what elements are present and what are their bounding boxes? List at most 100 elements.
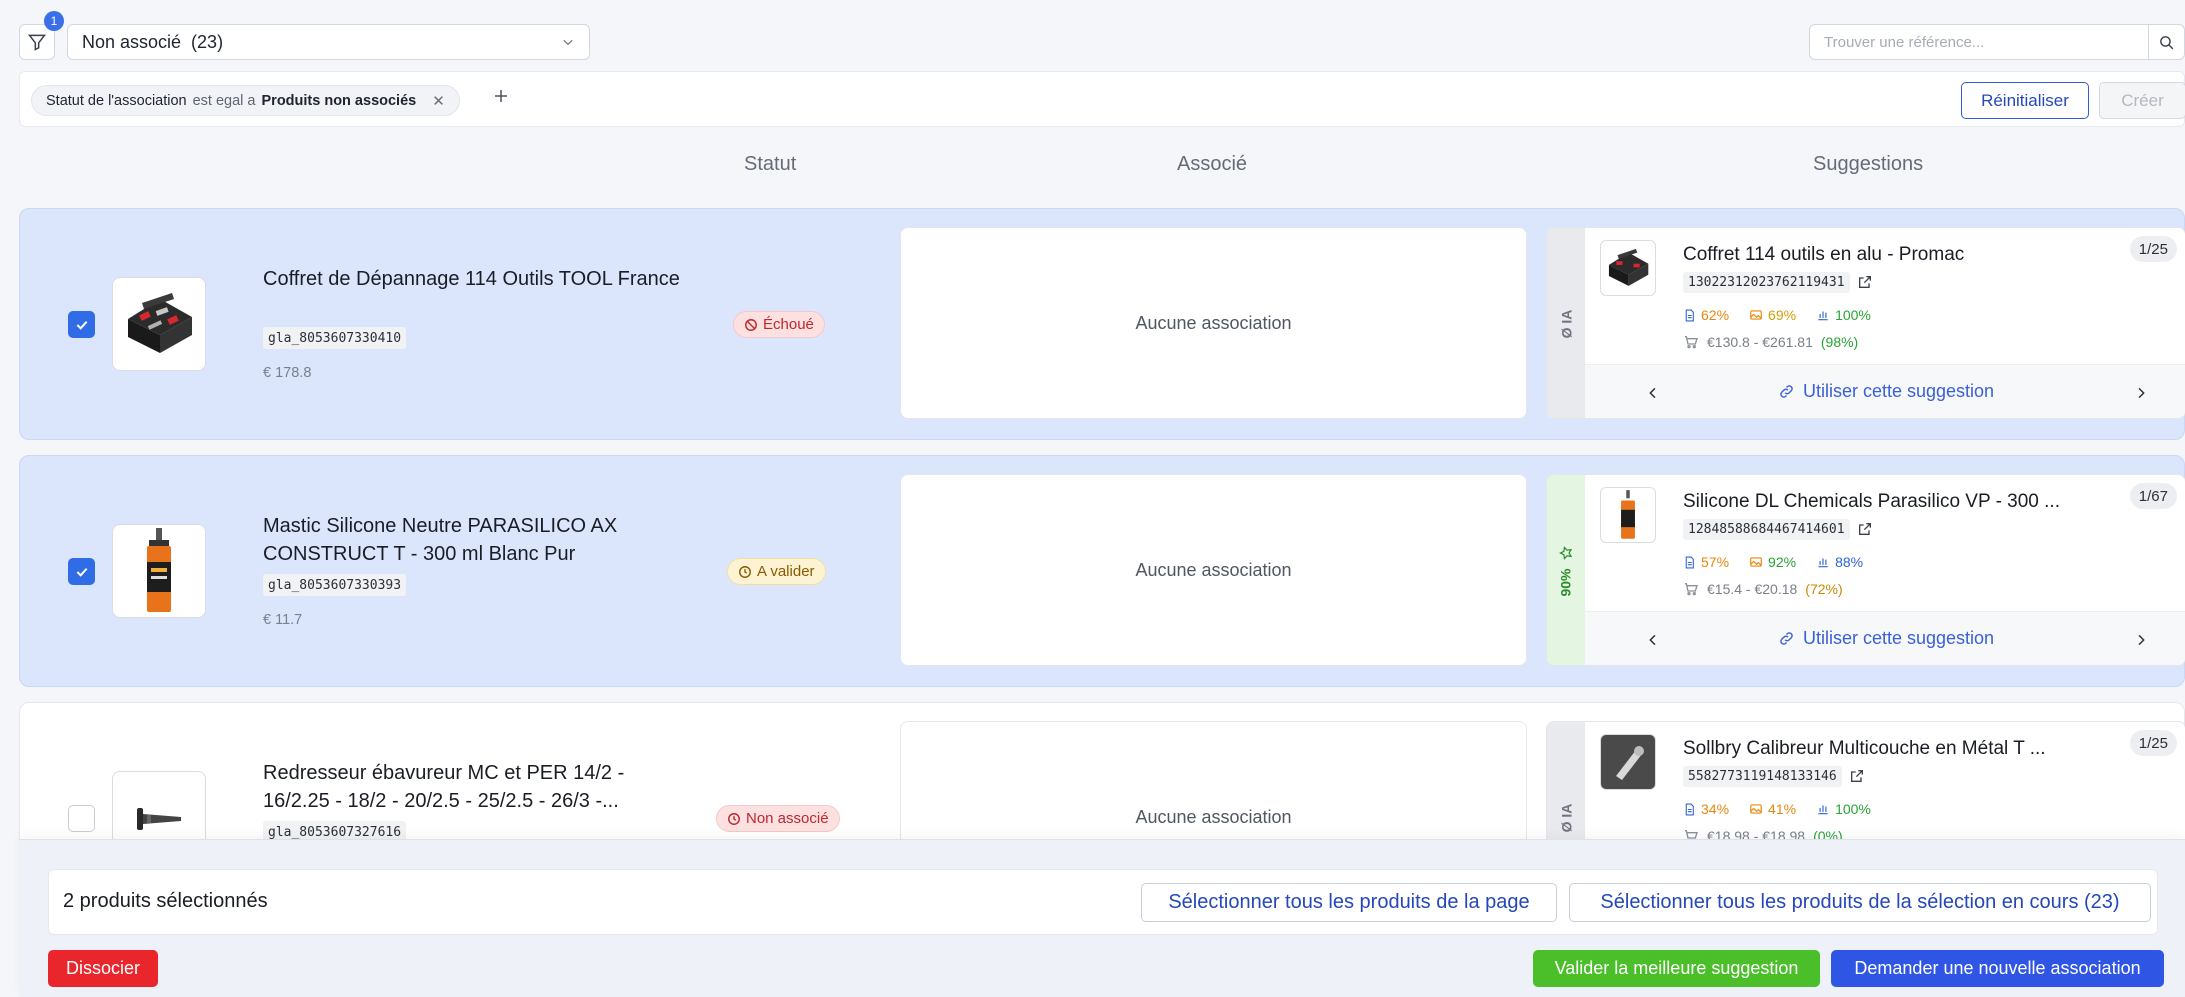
use-suggestion-button[interactable]: Utiliser cette suggestion	[1585, 381, 2185, 402]
bar-chart-icon	[1818, 311, 1828, 321]
selected-count: 2 produits sélectionnés	[63, 890, 268, 912]
next-suggestion-button[interactable]	[2129, 628, 2153, 652]
selection-bar: 2 produits sélectionnés Sélectionner tou…	[48, 869, 2158, 935]
suggestion-code: 12848588684467414601	[1683, 519, 1850, 540]
create-button[interactable]: Créer	[2099, 82, 2185, 119]
silicone-tube-image	[1621, 490, 1635, 539]
product-price: € 178.8	[263, 365, 312, 381]
filter-chip-operator: est egal a	[192, 92, 256, 109]
chevron-right-icon	[2138, 634, 2145, 646]
search-input[interactable]	[1810, 33, 2148, 51]
reference-search	[1809, 24, 2185, 60]
suggestion-counter: 1/25	[2129, 730, 2177, 756]
search-icon	[2160, 35, 2174, 49]
suggestion-code: 5582773119148133146	[1683, 766, 1842, 787]
image-icon	[1750, 310, 1762, 320]
select-all-button[interactable]: Sélectionner tous les produits de la sél…	[1569, 883, 2151, 922]
external-link-icon[interactable]	[1849, 768, 1865, 784]
image-match: 92%	[1749, 554, 1796, 570]
text-match: 57%	[1683, 554, 1729, 570]
filter-chip-value: Produits non associés	[261, 92, 417, 109]
column-header-suggestions: Suggestions	[1813, 153, 1924, 175]
document-icon	[1685, 556, 1694, 568]
validate-best-suggestion-button[interactable]: Valider la meilleure suggestion	[1533, 950, 1820, 987]
filter-chip-field: Statut de l'association	[46, 92, 187, 109]
row-checkbox[interactable]	[68, 311, 95, 338]
suggestion-counter: 1/25	[2129, 236, 2177, 262]
match-metrics: 62% 69% 100%	[1683, 307, 1871, 323]
external-link-icon[interactable]	[1857, 521, 1873, 537]
close-icon[interactable]: ✕	[432, 92, 445, 110]
status-label: Échoué	[763, 316, 814, 333]
add-filter-button[interactable]	[492, 84, 510, 112]
ban-icon	[745, 318, 757, 331]
request-new-association-button[interactable]: Demander une nouvelle association	[1831, 950, 2164, 987]
cart-icon	[1685, 336, 1698, 349]
active-filters-bar: Statut de l'association est egal a Produ…	[19, 71, 2185, 127]
document-icon	[1685, 309, 1694, 321]
ai-score-strip: 90%	[1547, 475, 1585, 665]
status-label: Non associé	[746, 810, 829, 827]
product-sku: gla_8053607330410	[263, 327, 407, 349]
text-match: 34%	[1683, 801, 1729, 817]
reset-button[interactable]: Réinitialiser	[1961, 82, 2089, 119]
ai-score-strip: Ø IA	[1547, 228, 1585, 418]
suggestion-card: 90% Silicone DL Chemicals Parasilico VP …	[1546, 474, 2185, 666]
suggestion-footer: Utiliser cette suggestion	[1585, 611, 2185, 665]
toolbox-image	[128, 293, 192, 353]
bar-chart-icon	[1818, 805, 1828, 815]
status-badge: Échoué	[733, 311, 825, 338]
suggestion-image	[1600, 240, 1656, 296]
association-cell: Aucune association	[900, 474, 1527, 666]
document-icon	[1685, 803, 1694, 815]
status-badge: A valider	[727, 558, 826, 585]
row-checkbox[interactable]	[68, 558, 95, 585]
product-row: Mastic Silicone Neutre PARASILICO AX CON…	[19, 455, 2185, 687]
image-match: 69%	[1749, 307, 1796, 323]
suggestion-code: 1302231202376211943​1	[1683, 272, 1850, 293]
product-price: € 11.7	[263, 612, 303, 628]
silicone-tube-image	[147, 528, 171, 612]
check-icon	[76, 567, 87, 577]
select-page-button[interactable]: Sélectionner tous les produits de la pag…	[1141, 883, 1557, 922]
dissociate-button[interactable]: Dissocier	[48, 950, 158, 987]
chevron-right-icon	[2138, 387, 2145, 399]
clock-icon	[739, 565, 751, 578]
association-status-select[interactable]: Non associé (23)	[67, 24, 590, 60]
product-image	[112, 277, 206, 371]
search-button[interactable]	[2148, 25, 2184, 59]
status-badge: Non associé	[716, 805, 840, 832]
product-row: Coffret de Dépannage 114 Outils TOOL Fra…	[19, 208, 2185, 440]
bar-chart-icon	[1818, 558, 1828, 568]
check-icon	[76, 320, 87, 330]
product-image	[112, 524, 206, 618]
next-suggestion-button[interactable]	[2129, 381, 2153, 405]
row-checkbox[interactable]	[68, 805, 95, 832]
suggestion-title: Silicone DL Chemicals Parasilico VP - 30…	[1683, 491, 2060, 512]
image-icon	[1750, 557, 1762, 567]
product-sku: gla_8053607330393	[263, 574, 407, 596]
text-match: 62%	[1683, 307, 1729, 323]
filter-icon	[27, 34, 47, 51]
link-icon	[1780, 385, 1793, 398]
chart-match: 100%	[1816, 307, 1871, 323]
product-name: Redresseur ébavureur MC et PER 14/2 - 16…	[263, 762, 625, 812]
filter-chip[interactable]: Statut de l'association est egal a Produ…	[31, 85, 460, 116]
column-header-associated: Associé	[1177, 153, 1248, 175]
deburring-tool-image	[137, 808, 181, 830]
calibrator-image	[1616, 746, 1644, 780]
chart-match: 88%	[1816, 554, 1863, 570]
image-match: 41%	[1749, 801, 1796, 817]
status-label: A valider	[757, 563, 815, 580]
image-icon	[1750, 804, 1762, 814]
filter-count-badge: 1	[44, 11, 64, 31]
external-link-icon[interactable]	[1857, 274, 1873, 290]
ai-score-label: Ø IA	[1558, 803, 1574, 833]
use-suggestion-button[interactable]: Utiliser cette suggestion	[1585, 628, 2185, 649]
suggestion-image	[1600, 487, 1656, 543]
plus-icon	[495, 90, 507, 102]
ai-score-label: 90%	[1558, 568, 1574, 597]
match-metrics: 57% 92% 88%	[1683, 554, 1863, 570]
association-cell: Aucune association	[900, 227, 1527, 419]
ai-score-label: Ø IA	[1558, 309, 1574, 339]
